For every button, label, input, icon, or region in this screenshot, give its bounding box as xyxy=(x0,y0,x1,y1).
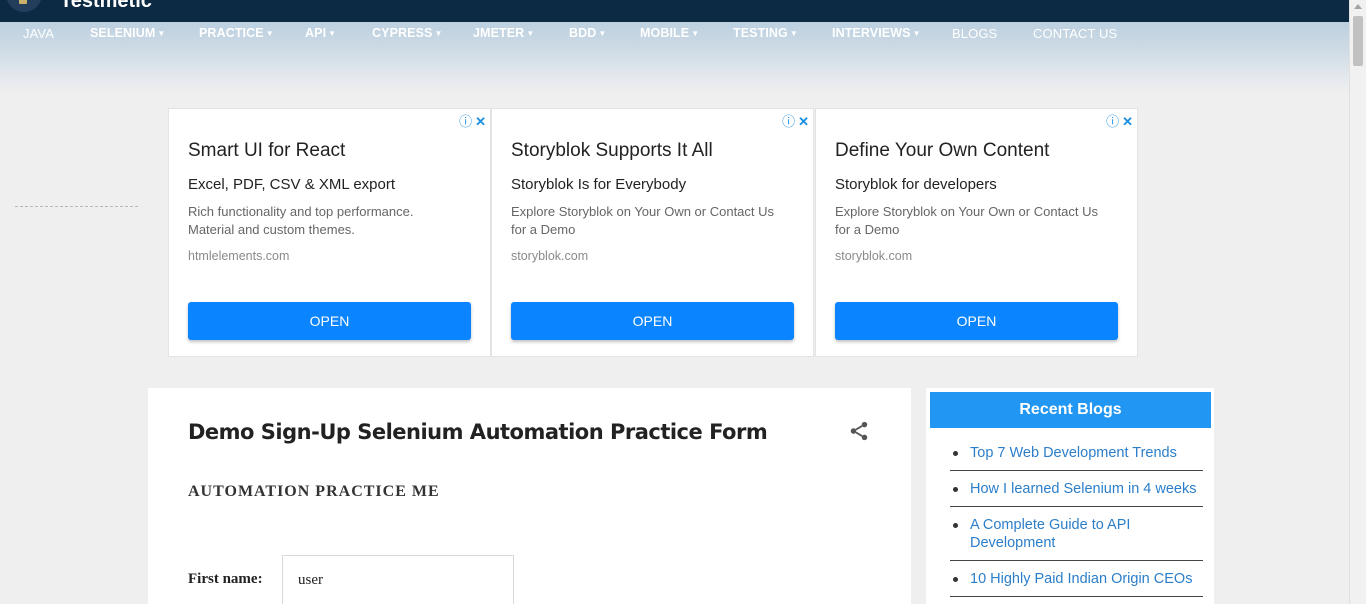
nav-item-contact-us[interactable]: CONTACT US xyxy=(1033,26,1117,41)
ad-description: Rich functionality and top performance. … xyxy=(188,204,414,237)
ad-card[interactable]: ⓘ ✕ Storyblok Supports It All Storyblok I… xyxy=(491,108,814,357)
first-name-input[interactable] xyxy=(282,555,514,604)
caret-down-icon: ▼ xyxy=(526,29,535,38)
list-item: How I learned Selenium in 4 weeks xyxy=(950,480,1203,507)
caret-down-icon: ▼ xyxy=(265,29,274,38)
section-heading: AUTOMATION PRACTICE ME xyxy=(188,483,440,500)
sidebar: Recent Blogs Top 7 Web Development Trend… xyxy=(926,388,1214,604)
share-icon[interactable] xyxy=(848,420,870,442)
blog-link[interactable]: Top 7 Web Development Trends xyxy=(970,445,1177,461)
nav-item-java[interactable]: JAVA xyxy=(23,26,54,41)
nav-item-jmeter[interactable]: JMETER ▼ xyxy=(473,26,534,40)
ad-domain: storyblok.com xyxy=(835,249,913,263)
ad-open-button[interactable]: OPEN xyxy=(188,302,471,340)
list-item: Top 7 Web Development Trends xyxy=(950,444,1203,471)
scroll-up-arrow-icon[interactable] xyxy=(1354,4,1362,9)
close-icon[interactable]: ✕ xyxy=(798,114,809,129)
ad-card[interactable]: ⓘ ✕ Smart UI for React Excel, PDF, CSV & … xyxy=(168,108,491,357)
blog-link[interactable]: How I learned Selenium in 4 weeks xyxy=(970,481,1196,497)
nav-item-bdd[interactable]: BDD ▼ xyxy=(569,26,606,40)
recent-blogs-list: Top 7 Web Development Trends How I learn… xyxy=(950,444,1203,604)
nav-item-selenium[interactable]: SELENIUM ▼ xyxy=(90,26,165,40)
ad-description: Explore Storyblok on Your Own or Contact… xyxy=(511,204,775,237)
divider xyxy=(15,206,138,207)
ad-title[interactable]: Storyblok Supports It All xyxy=(511,140,713,162)
ad-banner: ⓘ ✕ Smart UI for React Excel, PDF, CSV & … xyxy=(168,108,1138,357)
ad-title[interactable]: Smart UI for React xyxy=(188,140,345,162)
caret-down-icon: ▼ xyxy=(598,29,607,38)
ad-open-button[interactable]: OPEN xyxy=(835,302,1118,340)
blog-link[interactable]: A Complete Guide to API Development xyxy=(970,517,1130,551)
info-icon[interactable]: ⓘ xyxy=(782,114,795,129)
ad-subtitle: Storyblok for developers xyxy=(835,176,997,193)
info-icon[interactable]: ⓘ xyxy=(459,114,472,129)
caret-down-icon: ▼ xyxy=(691,29,700,38)
info-icon[interactable]: ⓘ xyxy=(1106,114,1119,129)
nav-item-api[interactable]: API ▼ xyxy=(305,26,336,40)
caret-down-icon: ▼ xyxy=(434,29,443,38)
sidebar-heading: Recent Blogs xyxy=(930,392,1211,428)
main-nav: JAVA SELENIUM ▼ PRACTICE ▼ API ▼ CYPRESS ▼ J… xyxy=(0,26,1349,42)
ad-open-button[interactable]: OPEN xyxy=(511,302,794,340)
nav-item-blogs[interactable]: BLOGS xyxy=(952,26,997,41)
caret-down-icon: ▼ xyxy=(157,29,166,38)
ad-description: Explore Storyblok on Your Own or Contact… xyxy=(835,204,1099,237)
ad-subtitle: Excel, PDF, CSV & XML export xyxy=(188,176,396,193)
nav-item-cypress[interactable]: CYPRESS ▼ xyxy=(372,26,442,40)
caret-down-icon: ▼ xyxy=(328,29,337,38)
list-item: A Complete Guide to API Development xyxy=(950,516,1203,561)
ad-domain: storyblok.com xyxy=(511,249,589,263)
list-item: 10 Highly Paid Indian Origin CEOs xyxy=(950,570,1203,597)
scroll-thumb[interactable] xyxy=(1353,16,1363,66)
site-logo-text[interactable]: Testmetic xyxy=(60,0,152,13)
close-icon[interactable]: ✕ xyxy=(1122,114,1133,129)
close-icon[interactable]: ✕ xyxy=(475,114,486,129)
nav-item-interviews[interactable]: INTERVIEWS ▼ xyxy=(832,26,921,40)
page-title: Demo Sign-Up Selenium Automation Practic… xyxy=(188,420,768,444)
ad-domain: htmlelements.com xyxy=(188,249,290,263)
first-name-label: First name: xyxy=(188,571,263,587)
page-scrollbar[interactable] xyxy=(1349,0,1366,604)
nav-item-testing[interactable]: TESTING ▼ xyxy=(733,26,798,40)
ad-card[interactable]: ⓘ ✕ Define Your Own Content Storyblok for… xyxy=(815,108,1138,357)
ad-subtitle: Storyblok Is for Everybody xyxy=(511,176,687,193)
caret-down-icon: ▼ xyxy=(912,29,921,38)
logo-icon[interactable] xyxy=(6,0,42,12)
nav-item-practice[interactable]: PRACTICE ▼ xyxy=(199,26,274,40)
post-card: Demo Sign-Up Selenium Automation Practic… xyxy=(148,388,911,604)
ad-title[interactable]: Define Your Own Content xyxy=(835,140,1049,162)
caret-down-icon: ▼ xyxy=(789,29,798,38)
nav-item-mobile[interactable]: MOBILE ▼ xyxy=(640,26,699,40)
blog-link[interactable]: 10 Highly Paid Indian Origin CEOs xyxy=(970,571,1192,587)
